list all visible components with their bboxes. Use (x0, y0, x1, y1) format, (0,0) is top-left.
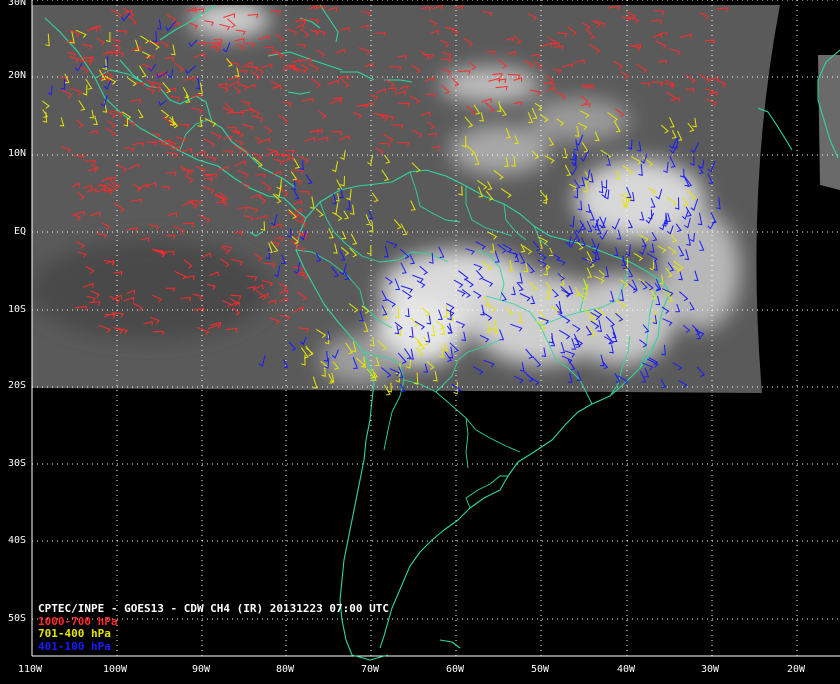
lon-tick-90w: 90W (192, 664, 211, 675)
legend-high-level: 401-100 hPa (38, 639, 111, 653)
lon-tick-60w: 60W (446, 664, 465, 675)
lon-tick-40w: 40W (617, 664, 636, 675)
lat-tick-10n: 10N (7, 148, 26, 159)
lon-tick-100w: 100W (103, 664, 128, 675)
lat-tick-20n: 20N (7, 70, 26, 81)
map-canvas (31, 0, 840, 661)
caption-title: CPTEC/INPE - GOES13 - CDW CH4 (IR) 20131… (38, 602, 389, 615)
lon-tick-50w: 50W (531, 664, 550, 675)
lon-tick-30w: 30W (701, 664, 720, 675)
imagery-edge (818, 55, 840, 190)
wind-map: 30N 20N 10N EQ 10S 20S 30S 40S 50S 110W … (0, 0, 840, 680)
lon-tick-110w: 110W (18, 664, 43, 675)
lat-tick-30n: 30N (7, 0, 26, 8)
lat-tick-10s: 10S (7, 304, 26, 315)
lat-tick-eq: EQ (13, 226, 26, 237)
lon-tick-80w: 80W (276, 664, 295, 675)
map-caption: CPTEC/INPE - GOES13 - CDW CH4 (IR) 20131… (38, 602, 389, 653)
lat-tick-30s: 30S (7, 458, 26, 469)
legend-mid-level: 701-400 hPa (38, 627, 111, 640)
lat-tick-50s: 50S (7, 613, 26, 624)
lon-tick-20w: 20W (787, 664, 806, 675)
lon-tick-70w: 70W (361, 664, 380, 675)
lat-tick-20s: 20S (7, 380, 26, 391)
lat-tick-40s: 40S (7, 535, 26, 546)
